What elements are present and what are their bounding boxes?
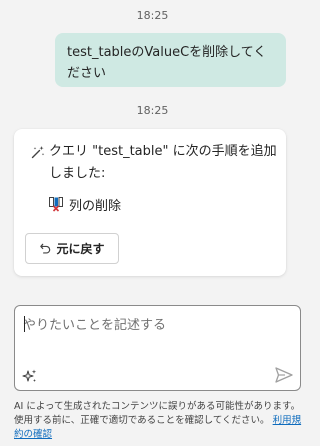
step-label: 列の削除 bbox=[69, 198, 122, 214]
undo-button[interactable]: 元に戻す bbox=[25, 233, 119, 264]
undo-icon bbox=[40, 243, 51, 254]
send-icon[interactable] bbox=[274, 366, 294, 384]
magic-wand-icon bbox=[31, 146, 45, 159]
applied-step: 列の削除 bbox=[48, 195, 122, 214]
text-caret bbox=[24, 316, 25, 332]
ai-message-text: クエリ "test_table" に次の手順を追加しました: bbox=[49, 144, 277, 181]
timestamp-ai: 18:25 bbox=[136, 104, 169, 117]
remove-column-icon bbox=[49, 197, 63, 212]
undo-label: 元に戻す bbox=[56, 242, 105, 256]
ai-disclaimer: AI によって生成されたコンテンツに誤りがある可能性があります。使用する前に、正… bbox=[14, 400, 302, 442]
disclaimer-text: AI によって生成されたコンテンツに誤りがある可能性があります。使用する前に、正… bbox=[14, 401, 301, 426]
timestamp-user: 18:25 bbox=[136, 9, 169, 22]
ai-response-card: クエリ "test_table" に次の手順を追加しました: 列の削除 元に戻す bbox=[14, 129, 286, 276]
prompt-composer bbox=[14, 305, 301, 391]
user-message-bubble: test_tableのValueCを削除してください bbox=[55, 33, 286, 87]
sparkle-icon[interactable] bbox=[22, 368, 38, 384]
prompt-input[interactable] bbox=[23, 314, 291, 364]
ai-message: クエリ "test_table" に次の手順を追加しました: bbox=[31, 141, 281, 185]
